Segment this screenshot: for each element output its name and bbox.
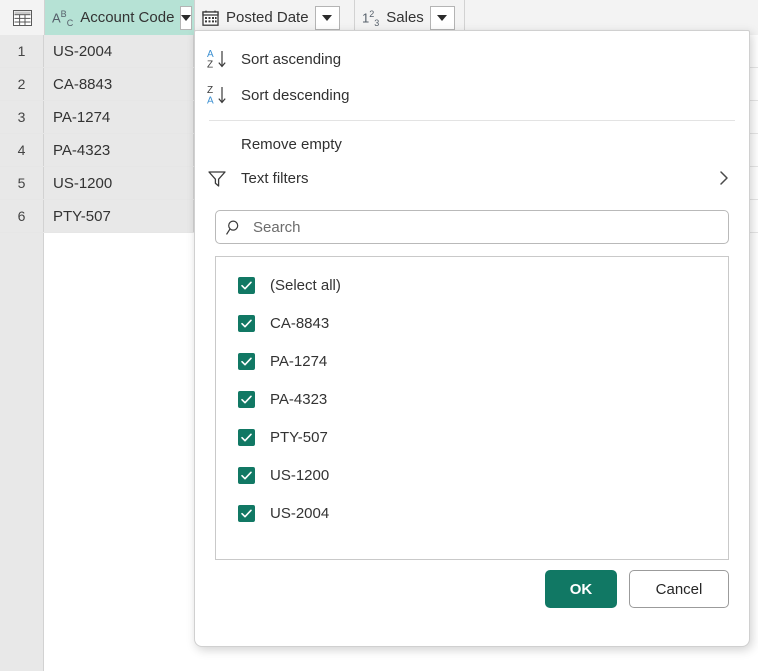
calendar-icon — [202, 10, 219, 26]
chevron-down-icon — [322, 14, 333, 21]
checkbox-checked-icon[interactable] — [238, 390, 255, 408]
svg-text:A: A — [207, 96, 214, 107]
column-filter-dropdown-button-posted-date[interactable] — [314, 5, 340, 30]
column-header-label: Sales — [386, 9, 424, 26]
text-type-abc-icon: ABC — [52, 8, 74, 28]
row-number: 4 — [0, 134, 44, 166]
checkbox-checked-icon[interactable] — [238, 352, 255, 370]
column-header-account-code[interactable]: ABC Account Code — [45, 0, 195, 35]
number-type-123-icon: 123 — [362, 8, 380, 28]
menu-item-sort-ascending[interactable]: A Z Sort ascending — [195, 44, 749, 74]
menu-divider — [209, 120, 735, 121]
menu-item-text-filters[interactable]: Text filters — [195, 163, 749, 193]
search-box[interactable] — [215, 210, 729, 244]
filter-value-label: US-2004 — [270, 504, 330, 522]
filter-value-label: PA-4323 — [270, 390, 328, 408]
column-header-label: Posted Date — [226, 9, 309, 26]
menu-item-label: Sort descending — [241, 86, 350, 104]
filter-value-item[interactable]: PA-1274 — [216, 342, 728, 380]
sort-z-to-a-icon: Z A — [207, 84, 241, 106]
menu-item-label: Remove empty — [241, 135, 342, 153]
filter-value-label: PA-1274 — [270, 352, 328, 370]
column-filter-dropdown-button-account-code[interactable] — [180, 5, 193, 30]
checkbox-checked-icon[interactable] — [238, 466, 255, 484]
chevron-right-icon — [717, 168, 731, 188]
cell-account-code[interactable]: PA-1274 — [44, 101, 194, 133]
search-input[interactable] — [251, 217, 718, 237]
row-number: 6 — [0, 200, 44, 232]
cell-account-code[interactable]: CA-8843 — [44, 68, 194, 100]
column-filter-dropdown-button-sales[interactable] — [429, 5, 455, 30]
filter-value-label: PTY-507 — [270, 428, 328, 446]
chevron-down-icon — [181, 14, 192, 21]
cell-account-code[interactable]: US-2004 — [44, 35, 194, 67]
checkbox-checked-icon[interactable] — [238, 314, 255, 332]
chevron-down-icon — [437, 14, 448, 21]
filter-value-item[interactable]: CA-8843 — [216, 304, 728, 342]
filter-value-list[interactable]: (Select all) CA-8843 PA-1274 PA-4323 PTY — [215, 256, 729, 560]
svg-text:Z: Z — [207, 60, 213, 71]
svg-text:Z: Z — [207, 85, 213, 96]
row-number: 5 — [0, 167, 44, 199]
table-icon — [12, 9, 32, 26]
filter-value-select-all[interactable]: (Select all) — [216, 266, 728, 304]
filter-value-label: (Select all) — [270, 276, 341, 294]
filter-value-item[interactable]: PTY-507 — [216, 418, 728, 456]
funnel-icon — [207, 169, 241, 188]
svg-text:A: A — [207, 49, 214, 60]
row-number: 2 — [0, 68, 44, 100]
sort-a-to-z-icon: A Z — [207, 48, 241, 70]
cell-account-code[interactable]: PTY-507 — [44, 200, 194, 232]
search-icon — [226, 219, 243, 236]
menu-item-label: Text filters — [241, 169, 309, 187]
filter-value-label: CA-8843 — [270, 314, 330, 332]
row-number: 3 — [0, 101, 44, 133]
checkbox-checked-icon[interactable] — [238, 428, 255, 446]
filter-value-item[interactable]: US-1200 — [216, 456, 728, 494]
ok-button[interactable]: OK — [545, 570, 617, 608]
row-number-gutter — [0, 233, 44, 671]
filter-value-label: US-1200 — [270, 466, 330, 484]
cell-account-code[interactable]: US-1200 — [44, 167, 194, 199]
filter-value-item[interactable]: PA-4323 — [216, 380, 728, 418]
filter-value-item[interactable]: US-2004 — [216, 494, 728, 532]
menu-item-label: Sort ascending — [241, 50, 342, 68]
panel-footer: OK Cancel — [195, 556, 749, 646]
checkbox-checked-icon[interactable] — [238, 276, 255, 294]
cancel-button[interactable]: Cancel — [629, 570, 729, 608]
column-filter-dropdown-panel: A Z Sort ascending Z A Sort descending R… — [194, 30, 750, 647]
cell-account-code[interactable]: PA-4323 — [44, 134, 194, 166]
checkbox-checked-icon[interactable] — [238, 504, 255, 522]
column-header-label: Account Code — [80, 9, 175, 26]
select-all-table-corner[interactable] — [0, 0, 45, 35]
menu-item-remove-empty[interactable]: Remove empty — [195, 129, 749, 159]
row-number: 1 — [0, 35, 44, 67]
menu-item-sort-descending[interactable]: Z A Sort descending — [195, 80, 749, 110]
